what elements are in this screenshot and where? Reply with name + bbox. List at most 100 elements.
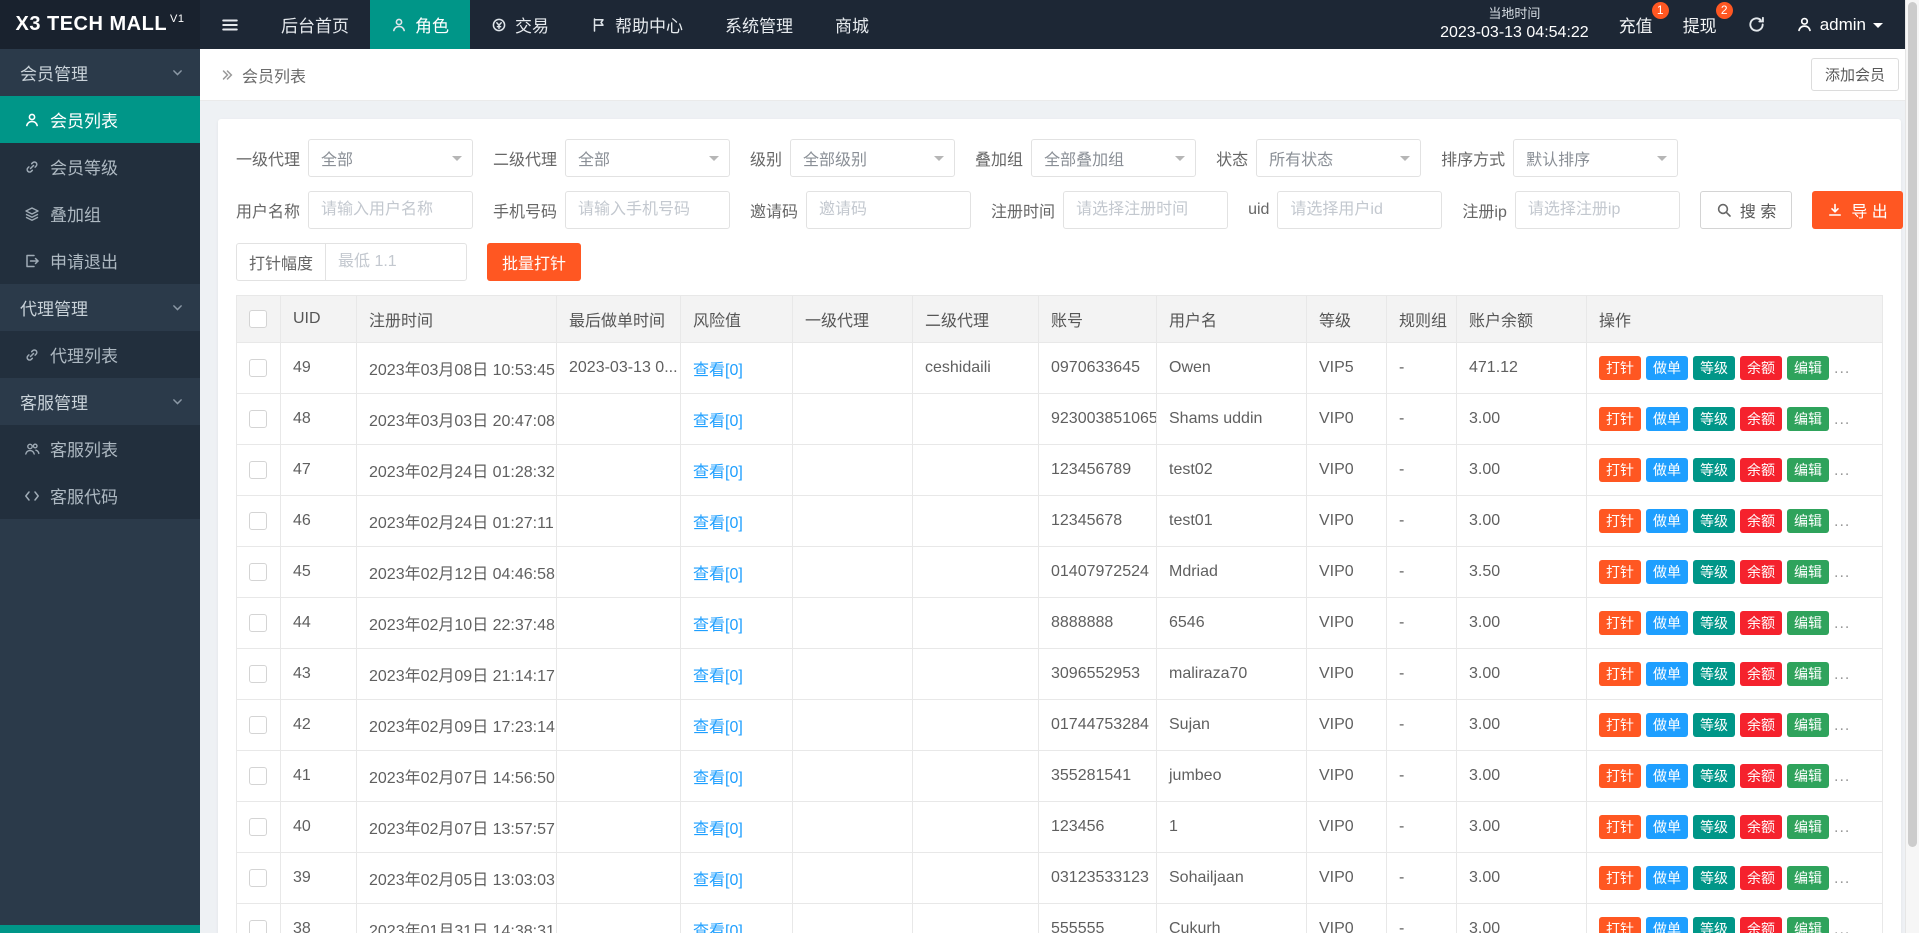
export-button[interactable]: 导 出 bbox=[1812, 191, 1903, 229]
sidebar-section-member-mgmt[interactable]: 会员管理 bbox=[0, 49, 200, 96]
inject-button[interactable]: 打针 bbox=[1599, 559, 1641, 585]
balance-button[interactable]: 余额 bbox=[1740, 814, 1782, 840]
inject-button[interactable]: 打针 bbox=[1599, 406, 1641, 432]
order-button[interactable]: 做单 bbox=[1646, 355, 1688, 381]
level-button[interactable]: 等级 bbox=[1693, 610, 1735, 636]
row-checkbox[interactable] bbox=[249, 358, 267, 377]
level-button[interactable]: 等级 bbox=[1693, 457, 1735, 483]
username-input[interactable] bbox=[308, 191, 474, 229]
risk-view-link[interactable]: 查看[0] bbox=[693, 413, 743, 430]
uid-input[interactable] bbox=[1277, 191, 1443, 229]
sidebar-item-apply-exit[interactable]: 申请退出 bbox=[0, 237, 200, 284]
sort-select[interactable]: 默认排序 bbox=[1513, 139, 1679, 177]
balance-button[interactable]: 余额 bbox=[1740, 355, 1782, 381]
balance-button[interactable]: 余额 bbox=[1740, 406, 1782, 432]
level-button[interactable]: 等级 bbox=[1693, 559, 1735, 585]
inject-button[interactable]: 打针 bbox=[1599, 916, 1641, 933]
more-actions[interactable]: ... bbox=[1834, 411, 1850, 428]
row-checkbox[interactable] bbox=[249, 817, 267, 836]
risk-view-link[interactable]: 查看[0] bbox=[693, 464, 743, 481]
order-button[interactable]: 做单 bbox=[1646, 610, 1688, 636]
row-checkbox[interactable] bbox=[249, 460, 267, 479]
edit-button[interactable]: 编辑 bbox=[1787, 559, 1829, 585]
more-actions[interactable]: ... bbox=[1834, 717, 1850, 734]
edit-button[interactable]: 编辑 bbox=[1787, 508, 1829, 534]
order-button[interactable]: 做单 bbox=[1646, 661, 1688, 687]
inject-button[interactable]: 打针 bbox=[1599, 814, 1641, 840]
inject-button[interactable]: 打针 bbox=[1599, 865, 1641, 891]
sidebar-item-member-list[interactable]: 会员列表 bbox=[0, 96, 200, 143]
sidebar-item-agent-list[interactable]: 代理列表 bbox=[0, 331, 200, 378]
risk-view-link[interactable]: 查看[0] bbox=[693, 821, 743, 838]
more-actions[interactable]: ... bbox=[1834, 564, 1850, 581]
row-checkbox[interactable] bbox=[249, 664, 267, 683]
reg-ip-input[interactable] bbox=[1514, 191, 1680, 229]
sidebar-item-service-list[interactable]: 客服列表 bbox=[0, 425, 200, 472]
risk-view-link[interactable]: 查看[0] bbox=[693, 617, 743, 634]
nav-help-center[interactable]: 帮助中心 bbox=[570, 0, 704, 49]
edit-button[interactable]: 编辑 bbox=[1787, 406, 1829, 432]
order-button[interactable]: 做单 bbox=[1646, 763, 1688, 789]
agent2-select[interactable]: 全部 bbox=[565, 139, 731, 177]
order-button[interactable]: 做单 bbox=[1646, 814, 1688, 840]
phone-input[interactable] bbox=[565, 191, 731, 229]
row-checkbox[interactable] bbox=[249, 868, 267, 887]
nav-role[interactable]: 角色 bbox=[370, 0, 470, 49]
inject-button[interactable]: 打针 bbox=[1599, 763, 1641, 789]
more-actions[interactable]: ... bbox=[1834, 360, 1850, 377]
balance-button[interactable]: 余额 bbox=[1740, 508, 1782, 534]
nav-dashboard[interactable]: 后台首页 bbox=[260, 0, 370, 49]
batch-inject-button[interactable]: 批量打针 bbox=[487, 243, 582, 281]
search-button[interactable]: 搜 索 bbox=[1699, 191, 1793, 229]
balance-button[interactable]: 余额 bbox=[1740, 712, 1782, 738]
nav-system-mgmt[interactable]: 系统管理 bbox=[704, 0, 814, 49]
reg-time-input[interactable] bbox=[1063, 191, 1229, 229]
balance-button[interactable]: 余额 bbox=[1740, 916, 1782, 933]
sidebar-item-service-code[interactable]: 客服代码 bbox=[0, 472, 200, 519]
level-button[interactable]: 等级 bbox=[1693, 355, 1735, 381]
level-button[interactable]: 等级 bbox=[1693, 814, 1735, 840]
edit-button[interactable]: 编辑 bbox=[1787, 712, 1829, 738]
order-button[interactable]: 做单 bbox=[1646, 916, 1688, 933]
refresh-icon[interactable] bbox=[1747, 15, 1766, 34]
inject-button[interactable]: 打针 bbox=[1599, 712, 1641, 738]
withdraw-button[interactable]: 提现 2 bbox=[1683, 2, 1733, 37]
balance-button[interactable]: 余额 bbox=[1740, 865, 1782, 891]
level-select[interactable]: 全部级别 bbox=[790, 139, 956, 177]
scrollbar-thumb[interactable] bbox=[1908, 2, 1917, 847]
more-actions[interactable]: ... bbox=[1834, 513, 1850, 530]
order-button[interactable]: 做单 bbox=[1646, 865, 1688, 891]
edit-button[interactable]: 编辑 bbox=[1787, 457, 1829, 483]
level-button[interactable]: 等级 bbox=[1693, 508, 1735, 534]
more-actions[interactable]: ... bbox=[1834, 615, 1850, 632]
more-actions[interactable]: ... bbox=[1834, 819, 1850, 836]
edit-button[interactable]: 编辑 bbox=[1787, 814, 1829, 840]
edit-button[interactable]: 编辑 bbox=[1787, 916, 1829, 933]
nav-mall[interactable]: 商城 bbox=[814, 0, 890, 49]
balance-button[interactable]: 余额 bbox=[1740, 610, 1782, 636]
balance-button[interactable]: 余额 bbox=[1740, 763, 1782, 789]
risk-view-link[interactable]: 查看[0] bbox=[693, 362, 743, 379]
risk-view-link[interactable]: 查看[0] bbox=[693, 566, 743, 583]
overlay-group-select[interactable]: 全部叠加组 bbox=[1031, 139, 1197, 177]
inject-button[interactable]: 打针 bbox=[1599, 508, 1641, 534]
more-actions[interactable]: ... bbox=[1834, 921, 1850, 933]
inject-button[interactable]: 打针 bbox=[1599, 355, 1641, 381]
row-checkbox[interactable] bbox=[249, 766, 267, 785]
row-checkbox[interactable] bbox=[249, 511, 267, 530]
edit-button[interactable]: 编辑 bbox=[1787, 763, 1829, 789]
order-button[interactable]: 做单 bbox=[1646, 457, 1688, 483]
edit-button[interactable]: 编辑 bbox=[1787, 661, 1829, 687]
level-button[interactable]: 等级 bbox=[1693, 763, 1735, 789]
risk-view-link[interactable]: 查看[0] bbox=[693, 668, 743, 685]
row-checkbox[interactable] bbox=[249, 919, 267, 933]
row-checkbox[interactable] bbox=[249, 409, 267, 428]
nav-trade[interactable]: 交易 bbox=[470, 0, 570, 49]
risk-view-link[interactable]: 查看[0] bbox=[693, 515, 743, 532]
order-button[interactable]: 做单 bbox=[1646, 712, 1688, 738]
sidebar-section-agent-mgmt[interactable]: 代理管理 bbox=[0, 284, 200, 331]
sidebar-item-member-level[interactable]: 会员等级 bbox=[0, 143, 200, 190]
row-checkbox[interactable] bbox=[249, 562, 267, 581]
order-button[interactable]: 做单 bbox=[1646, 508, 1688, 534]
level-button[interactable]: 等级 bbox=[1693, 406, 1735, 432]
